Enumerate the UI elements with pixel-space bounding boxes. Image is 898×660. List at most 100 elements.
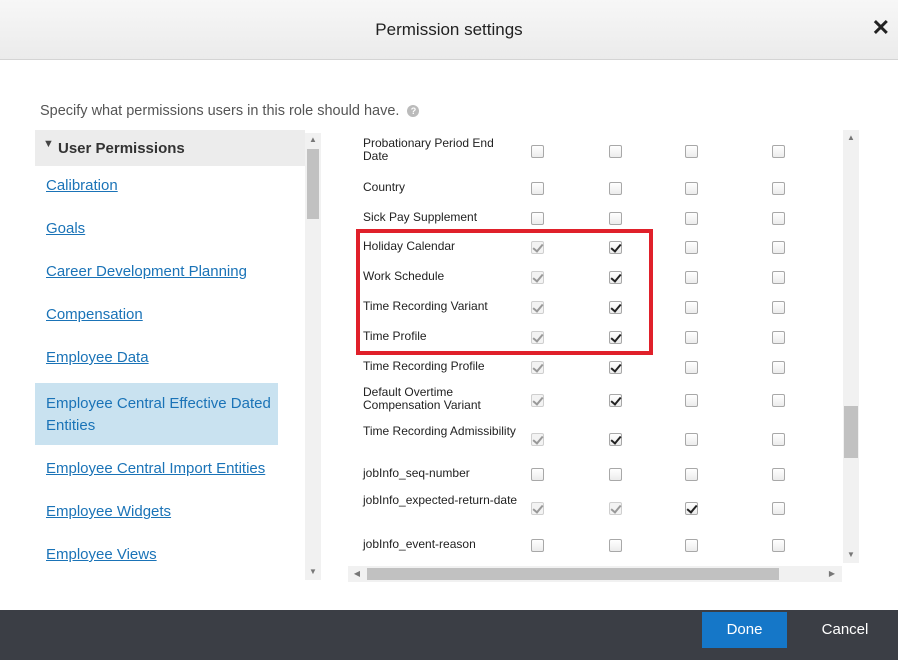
scroll-up-arrow-icon[interactable]: ▲	[843, 133, 859, 142]
permission-checkbox[interactable]	[772, 270, 785, 284]
grid-scroll-thumb[interactable]	[844, 406, 858, 458]
permission-checkbox[interactable]	[609, 181, 622, 195]
permission-row: jobInfo_seq-number	[355, 458, 843, 482]
permission-checkbox[interactable]	[772, 144, 785, 158]
permission-checkbox[interactable]	[685, 432, 698, 446]
permission-checkbox[interactable]	[685, 144, 698, 158]
permission-name: Sick Pay Supplement	[363, 209, 478, 224]
permission-checkbox[interactable]	[772, 501, 785, 515]
permission-checkbox[interactable]	[772, 211, 785, 225]
permission-checkbox[interactable]	[609, 144, 622, 158]
sidebar-item[interactable]: Compensation	[46, 306, 143, 323]
permission-checkbox[interactable]	[531, 144, 544, 158]
permission-checkbox[interactable]	[772, 393, 785, 407]
permission-checkbox[interactable]	[609, 467, 622, 481]
permission-checkbox[interactable]	[772, 538, 785, 552]
permission-checkbox[interactable]	[685, 360, 698, 374]
sidebar-item[interactable]: Employee Central Effective Dated Entitie…	[35, 383, 278, 445]
permission-row: Work Schedule	[355, 261, 843, 285]
permission-checkbox	[531, 240, 544, 254]
instructions-label: Specify what permissions users in this r…	[40, 103, 400, 119]
permission-checkbox[interactable]	[685, 538, 698, 552]
permission-checkbox[interactable]	[685, 501, 698, 515]
permission-checkbox[interactable]	[685, 300, 698, 314]
permission-grid: Probationary Period End Date Country Sick …	[355, 130, 843, 560]
permission-checkbox	[531, 330, 544, 344]
sidebar-item-label: Goals	[46, 220, 86, 237]
permission-checkbox[interactable]	[609, 360, 622, 374]
permission-checkbox[interactable]	[685, 467, 698, 481]
permission-checkbox[interactable]	[609, 240, 622, 254]
permission-checkbox[interactable]	[609, 211, 622, 225]
sidebar-item[interactable]: Career Development Planning	[46, 263, 247, 280]
permission-checkbox[interactable]	[772, 181, 785, 195]
close-icon[interactable]: ✕	[872, 17, 890, 39]
permission-checkbox[interactable]	[531, 467, 544, 481]
permission-checkbox[interactable]	[685, 270, 698, 284]
permission-row: Default Overtime Compensation Variant	[355, 379, 843, 413]
sidebar-item[interactable]: Employee Data	[46, 349, 149, 366]
group-user-permissions[interactable]: ▼ User Permissions	[35, 130, 305, 166]
permission-checkbox[interactable]	[609, 393, 622, 407]
permission-row: Probationary Period End Date	[355, 130, 843, 164]
permission-name: jobInfo_event-reason	[363, 536, 476, 551]
scroll-left-arrow-icon[interactable]: ◀	[349, 569, 365, 578]
permission-name: jobInfo_seq-number	[363, 465, 470, 480]
sidebar-item-label: Compensation	[46, 306, 143, 323]
permission-row: Time Recording Admissibility	[355, 418, 843, 452]
sidebar-item[interactable]: Employee Central Import Entities	[46, 460, 265, 477]
sidebar-scrollbar[interactable]: ▲ ▼	[305, 133, 321, 580]
scroll-up-arrow-icon[interactable]: ▲	[305, 135, 321, 144]
permission-checkbox[interactable]	[685, 330, 698, 344]
permission-row: Sick Pay Supplement	[355, 202, 843, 226]
permission-checkbox	[531, 393, 544, 407]
permission-checkbox[interactable]	[531, 181, 544, 195]
sidebar-item[interactable]: Employee Views	[46, 546, 157, 563]
permission-checkbox[interactable]	[531, 211, 544, 225]
permission-checkbox	[531, 360, 544, 374]
permission-checkbox[interactable]	[685, 393, 698, 407]
grid-horizontal-scrollbar[interactable]: ◀ ▶	[348, 566, 842, 582]
permission-checkbox[interactable]	[609, 300, 622, 314]
permission-checkbox[interactable]	[772, 467, 785, 481]
permission-name: Holiday Calendar	[363, 238, 456, 253]
permission-checkbox[interactable]	[685, 240, 698, 254]
sidebar-item-label: Calibration	[46, 177, 118, 194]
scroll-right-arrow-icon[interactable]: ▶	[824, 569, 840, 578]
grid-hscroll-thumb[interactable]	[367, 568, 779, 580]
grid-vertical-scrollbar[interactable]: ▲ ▼	[843, 130, 859, 563]
permission-checkbox[interactable]	[609, 432, 622, 446]
sidebar-item-label: Employee Data	[46, 349, 149, 366]
sidebar-item[interactable]: Calibration	[46, 177, 118, 194]
sidebar-item[interactable]: Goals	[46, 220, 85, 237]
permission-checkbox[interactable]	[609, 538, 622, 552]
permission-checkbox[interactable]	[772, 432, 785, 446]
permission-checkbox[interactable]	[772, 330, 785, 344]
sidebar-item[interactable]: Employee Widgets	[46, 503, 171, 520]
group-label: User Permissions	[58, 140, 185, 157]
permission-checkbox[interactable]	[772, 240, 785, 254]
help-icon[interactable]: ?	[407, 105, 420, 117]
permission-row: Time Profile	[355, 321, 843, 345]
permission-checkbox[interactable]	[609, 270, 622, 284]
permission-row: jobInfo_event-reason	[355, 529, 843, 553]
sidebar-item-label: Employee Widgets	[46, 503, 172, 520]
scroll-down-arrow-icon[interactable]: ▼	[843, 550, 859, 559]
sidebar-item-label: Employee Central Effective Dated Entitie…	[46, 395, 271, 434]
permission-checkbox[interactable]	[685, 211, 698, 225]
permission-checkbox[interactable]	[772, 300, 785, 314]
permission-row: Time Recording Profile	[355, 351, 843, 375]
permission-name: jobInfo_expected-return-date	[363, 493, 518, 507]
collapse-triangle-icon[interactable]: ▼	[43, 138, 54, 150]
permission-checkbox[interactable]	[685, 181, 698, 195]
permission-checkbox[interactable]	[531, 538, 544, 552]
permission-category-list: ▼ User Permissions Calibration Goals Caree…	[35, 130, 329, 580]
scroll-down-arrow-icon[interactable]: ▼	[305, 567, 321, 576]
permission-name: Work Schedule	[363, 268, 445, 283]
permission-checkbox[interactable]	[772, 360, 785, 374]
cancel-button[interactable]: Cancel	[805, 612, 885, 648]
sidebar-scroll-thumb[interactable]	[307, 149, 319, 219]
permission-row: Time Recording Variant	[355, 291, 843, 315]
done-button[interactable]: Done	[702, 612, 787, 648]
permission-checkbox[interactable]	[609, 330, 622, 344]
